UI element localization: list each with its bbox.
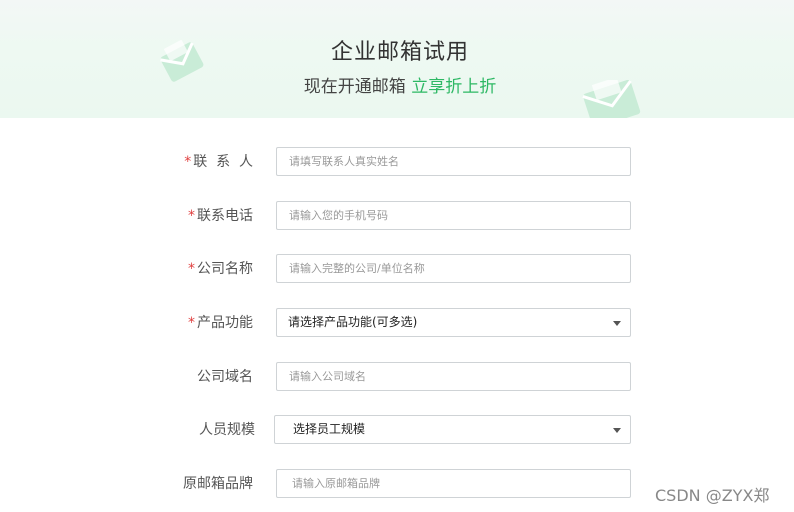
chevron-down-icon (613, 321, 621, 326)
contact-label: * 联 系 人 (184, 151, 253, 171)
domain-input[interactable]: 请输入公司域名 (276, 362, 631, 391)
domain-label-text: 公司域名 (197, 369, 253, 385)
watermark: CSDN @ZYX郑 (655, 486, 770, 505)
required-mark: * (188, 315, 195, 331)
staff-label: 人员规模 (199, 419, 255, 439)
brand-label-text: 原邮箱品牌 (183, 476, 253, 492)
subtitle-highlight: 立享折上折 (411, 77, 497, 97)
page-title: 企业邮箱试用 (330, 40, 469, 65)
company-label: * 公司名称 (188, 258, 253, 278)
contact-name-input[interactable]: 请填写联系人真实姓名 (276, 147, 631, 176)
domain-label: 公司域名 (197, 366, 253, 386)
form-row-staff: 人员规模 选择员工规模 (0, 415, 794, 445)
contact-label-text: 联 系 人 (193, 154, 253, 170)
staff-label-text: 人员规模 (199, 422, 255, 438)
company-label-text: 公司名称 (197, 261, 253, 277)
required-mark: * (188, 261, 195, 277)
form-row-features: * 产品功能 请选择产品功能(可多选) (0, 308, 794, 338)
phone-label-text: 联系电话 (197, 208, 253, 224)
phone-label: * 联系电话 (188, 205, 253, 225)
promo-banner: 企业邮箱试用 现在开通邮箱 立享折上折 (0, 0, 794, 118)
required-mark: * (184, 154, 192, 170)
form-row-contact: * 联 系 人 请填写联系人真实姓名 (0, 147, 794, 177)
promo-subtitle: 现在开通邮箱 立享折上折 (0, 72, 794, 97)
required-mark: * (188, 208, 195, 224)
form-row-company: * 公司名称 请输入完整的公司/单位名称 (0, 254, 794, 284)
form-row-domain: 公司域名 请输入公司域名 (0, 362, 794, 392)
chevron-down-icon (613, 428, 621, 433)
phone-input[interactable]: 请输入您的手机号码 (276, 201, 631, 230)
brand-label: 原邮箱品牌 (183, 473, 253, 493)
company-name-input[interactable]: 请输入完整的公司/单位名称 (276, 254, 631, 283)
features-label: * 产品功能 (188, 312, 253, 332)
subtitle-text: 现在开通邮箱 (303, 77, 412, 97)
features-label-text: 产品功能 (197, 315, 253, 331)
staff-size-select[interactable]: 选择员工规模 (274, 415, 631, 444)
staff-select-value: 选择员工规模 (293, 422, 366, 436)
form-row-phone: * 联系电话 请输入您的手机号码 (0, 201, 794, 231)
features-select[interactable]: 请选择产品功能(可多选) (276, 308, 631, 337)
features-select-value: 请选择产品功能(可多选) (288, 315, 418, 329)
brand-input[interactable]: 请输入原邮箱品牌 (276, 469, 631, 498)
